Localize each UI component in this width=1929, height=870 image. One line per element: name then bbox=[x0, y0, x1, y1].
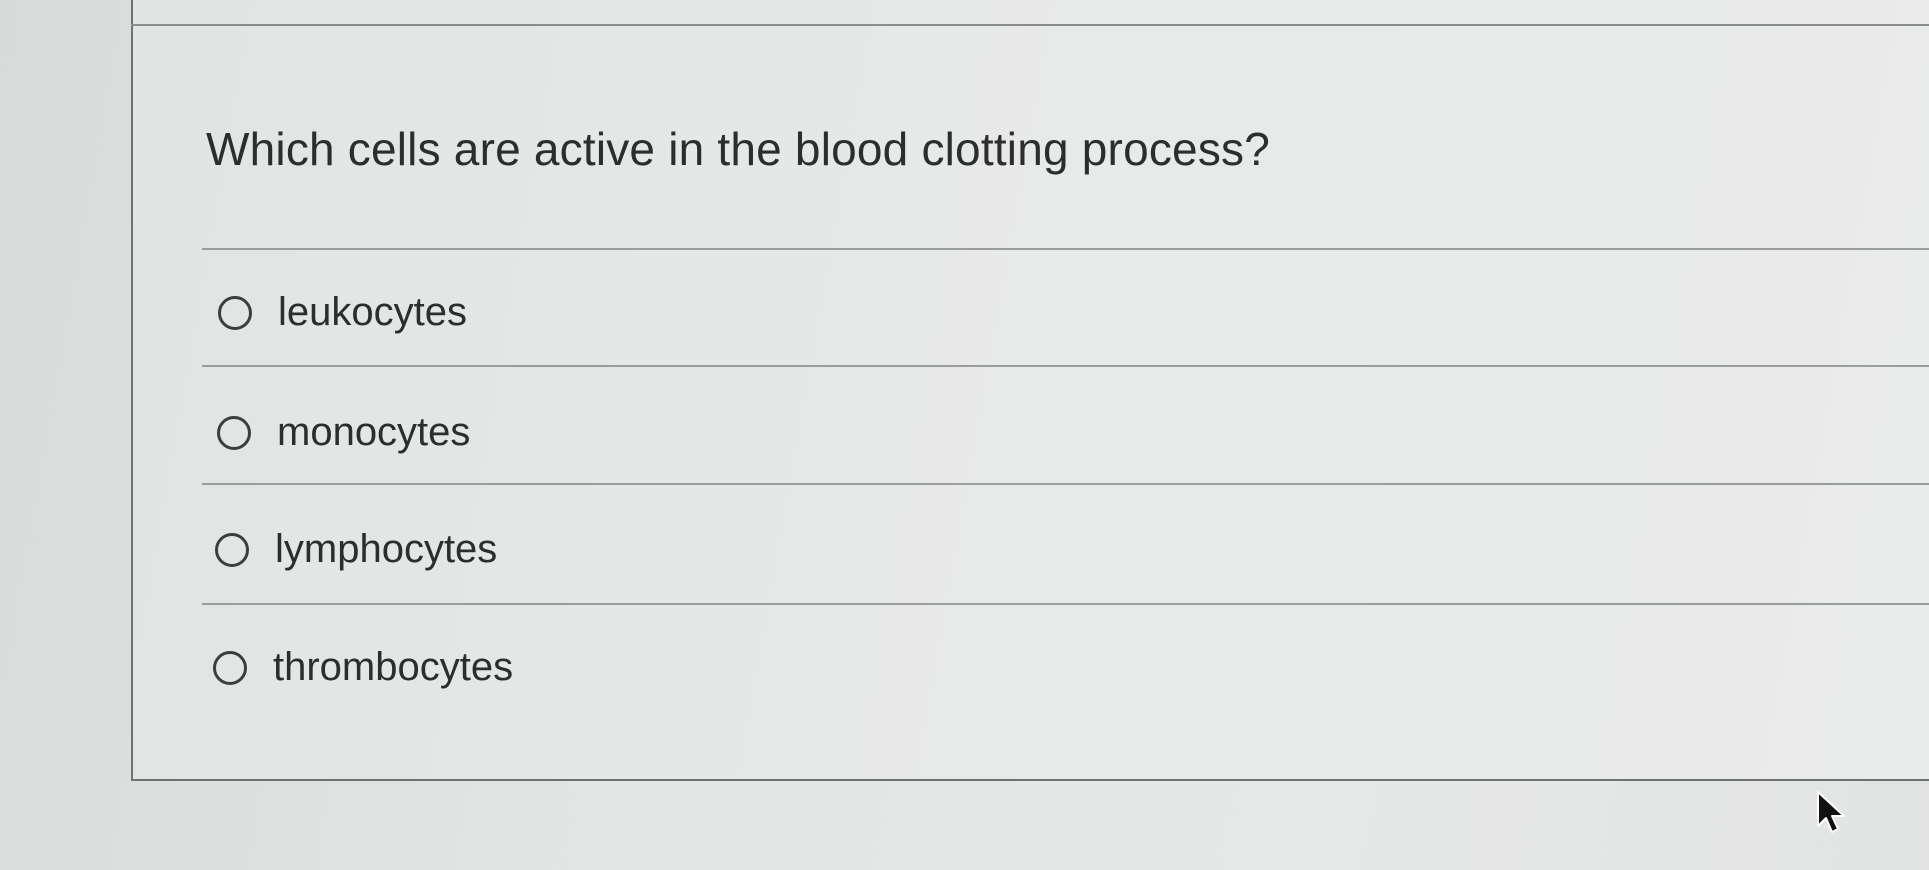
radio-button-icon[interactable] bbox=[213, 650, 247, 685]
answer-option-thrombocytes[interactable]: thrombocytes bbox=[213, 645, 513, 690]
radio-button-icon[interactable] bbox=[218, 295, 252, 330]
answer-label[interactable]: thrombocytes bbox=[273, 645, 513, 690]
answer-option-monocytes[interactable]: monocytes bbox=[217, 410, 470, 455]
answer-divider bbox=[202, 248, 1929, 250]
radio-button-icon[interactable] bbox=[215, 532, 249, 567]
answer-divider bbox=[202, 483, 1929, 485]
answer-divider bbox=[202, 603, 1929, 605]
answer-label[interactable]: leukocytes bbox=[278, 290, 467, 335]
answer-label[interactable]: monocytes bbox=[277, 410, 470, 455]
card-top-divider bbox=[131, 24, 1929, 26]
answer-option-lymphocytes[interactable]: lymphocytes bbox=[215, 527, 497, 572]
question-text: Which cells are active in the blood clot… bbox=[206, 123, 1271, 175]
radio-button-icon[interactable] bbox=[217, 415, 251, 450]
answer-divider bbox=[202, 365, 1929, 367]
answer-label[interactable]: lymphocytes bbox=[275, 527, 497, 572]
answer-option-leukocytes[interactable]: leukocytes bbox=[218, 290, 467, 335]
arrow-cursor-icon bbox=[1817, 791, 1845, 833]
